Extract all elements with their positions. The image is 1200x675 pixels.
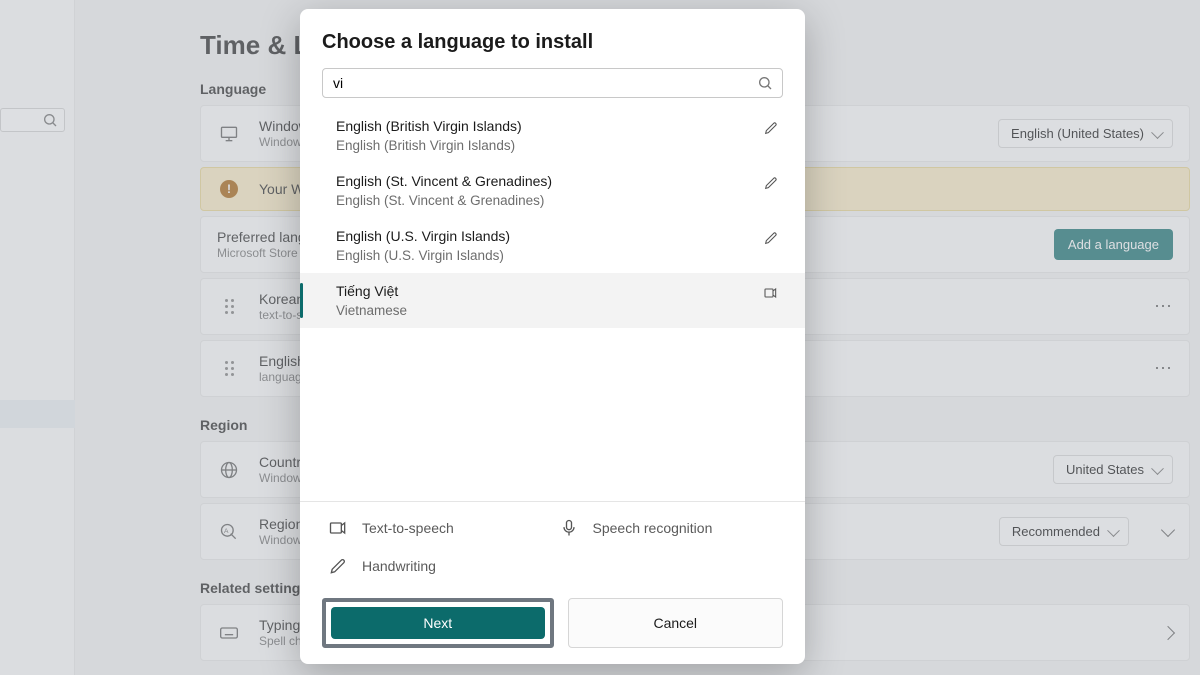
monitor-icon [217, 124, 241, 144]
dialog-title: Choose a language to install [300, 9, 805, 68]
language-native-name: English (British Virgin Islands) [336, 118, 522, 134]
add-language-button[interactable]: Add a language [1054, 229, 1173, 260]
feature-legend: Text-to-speech Speech recognition Handwr… [300, 501, 805, 584]
language-native-name: Tiếng Việt [336, 283, 407, 299]
language-result-item[interactable]: English (U.S. Virgin Islands) English (U.… [300, 218, 805, 273]
language-result-item[interactable]: English (British Virgin Islands) English … [300, 108, 805, 163]
language-native-name: English (St. Vincent & Grenadines) [336, 173, 552, 189]
country-dropdown[interactable]: United States [1053, 455, 1173, 484]
text-to-speech-icon [328, 518, 348, 538]
chevron-down-icon[interactable] [1161, 523, 1175, 537]
handwriting-icon [328, 556, 348, 576]
warning-icon: ! [220, 180, 238, 198]
chevron-right-icon[interactable] [1161, 625, 1175, 639]
handwriting-icon [763, 118, 783, 136]
drag-handle-icon[interactable] [225, 299, 234, 314]
language-results-list: English (British Virgin Islands) English … [300, 102, 805, 501]
globe-icon [217, 460, 241, 480]
handwriting-icon [763, 173, 783, 191]
language-result-item[interactable]: Tiếng Việt Vietnamese [300, 273, 805, 328]
more-options-icon[interactable]: ⋯ [1154, 358, 1173, 379]
microphone-icon [559, 518, 579, 538]
language-english-name: English (U.S. Virgin Islands) [336, 248, 510, 263]
display-language-dropdown[interactable]: English (United States) [998, 119, 1173, 148]
text-to-speech-icon [763, 283, 783, 301]
more-options-icon[interactable]: ⋯ [1154, 296, 1173, 317]
search-icon[interactable] [757, 75, 773, 91]
regional-format-dropdown[interactable]: Recommended [999, 517, 1129, 546]
globe-letter-icon: A [217, 522, 241, 542]
nav-sidebar [0, 0, 75, 675]
choose-language-dialog: Choose a language to install English (Br… [300, 9, 805, 664]
next-button[interactable]: Next [331, 607, 545, 639]
search-icon [42, 112, 58, 128]
nav-search[interactable] [0, 108, 65, 132]
svg-text:A: A [224, 527, 229, 534]
language-english-name: English (British Virgin Islands) [336, 138, 522, 153]
language-native-name: English (U.S. Virgin Islands) [336, 228, 510, 244]
next-button-highlight: Next [322, 598, 554, 648]
language-english-name: English (St. Vincent & Grenadines) [336, 193, 552, 208]
nav-active-item[interactable] [0, 400, 75, 428]
feature-speech: Speech recognition [559, 518, 778, 538]
language-result-item[interactable]: English (St. Vincent & Grenadines) Englis… [300, 163, 805, 218]
cancel-button[interactable]: Cancel [568, 598, 784, 648]
keyboard-icon [217, 623, 241, 643]
language-search-input[interactable] [322, 68, 783, 98]
feature-tts: Text-to-speech [328, 518, 547, 538]
drag-handle-icon[interactable] [225, 361, 234, 376]
feature-handwriting: Handwriting [328, 556, 547, 576]
handwriting-icon [763, 228, 783, 246]
language-english-name: Vietnamese [336, 303, 407, 318]
